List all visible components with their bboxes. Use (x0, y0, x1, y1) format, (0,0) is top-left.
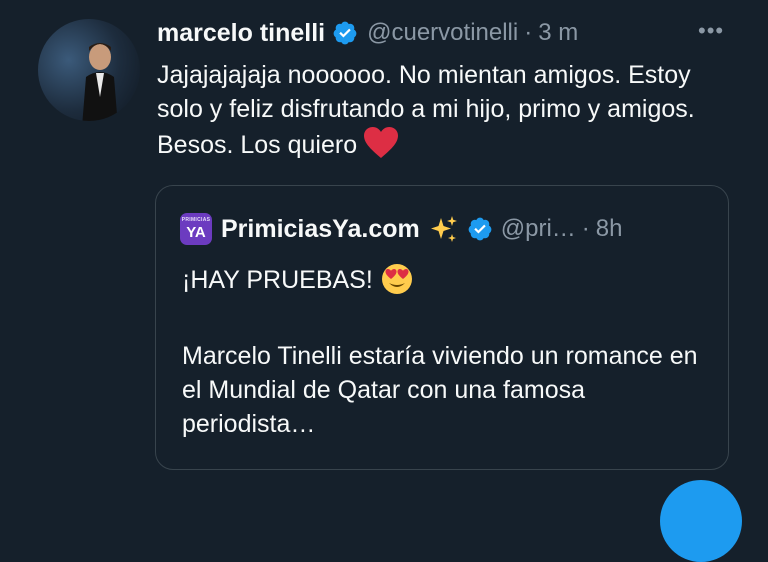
quoted-author-handle[interactable]: @pri… (501, 215, 576, 243)
quoted-author-name[interactable]: PrimiciasYa.com (221, 215, 420, 244)
sparkles-icon (430, 216, 457, 242)
author-name[interactable]: marcelo tinelli (157, 19, 325, 48)
tweet-text: Jajajajajaja noooooo. No mientan amigos.… (157, 58, 717, 162)
quoted-tweet-header: PRIMICIAS YA PrimiciasYa.com @pri… · 8h (180, 212, 622, 246)
avatar-photo (82, 43, 118, 121)
author-avatar[interactable] (38, 19, 140, 121)
red-heart-icon (364, 127, 399, 158)
verified-badge-icon (333, 21, 357, 45)
quoted-tweet-body: Marcelo Tinelli estaría viviendo un roma… (182, 342, 698, 438)
author-handle[interactable]: @cuervotinelli (367, 19, 518, 47)
quoted-author-logo[interactable]: PRIMICIAS YA (180, 213, 212, 245)
tweet-header: marcelo tinelli @cuervotinelli · 3 m (157, 16, 578, 50)
quoted-headline-text: ¡HAY PRUEBAS! (182, 266, 373, 294)
more-options-icon[interactable]: ••• (698, 18, 724, 44)
quoted-verified-badge-icon (468, 217, 492, 241)
quoted-tweet-timestamp[interactable]: 8h (596, 215, 623, 243)
compose-button[interactable] (660, 480, 742, 562)
quoted-separator-dot: · (581, 215, 590, 242)
quoted-tweet-card[interactable]: PRIMICIAS YA PrimiciasYa.com @pri… · 8h … (155, 185, 729, 470)
logo-small-text: PRIMICIAS (181, 217, 211, 223)
quoted-tweet-headline: ¡HAY PRUEBAS! (182, 263, 413, 297)
tweet-text-content: Jajajajajaja noooooo. No mientan amigos.… (157, 61, 695, 159)
logo-big-text: YA (186, 224, 206, 241)
heart-eyes-emoji-icon (381, 264, 412, 294)
separator-dot: · (524, 19, 533, 46)
tweet-timestamp[interactable]: 3 m (538, 19, 578, 47)
